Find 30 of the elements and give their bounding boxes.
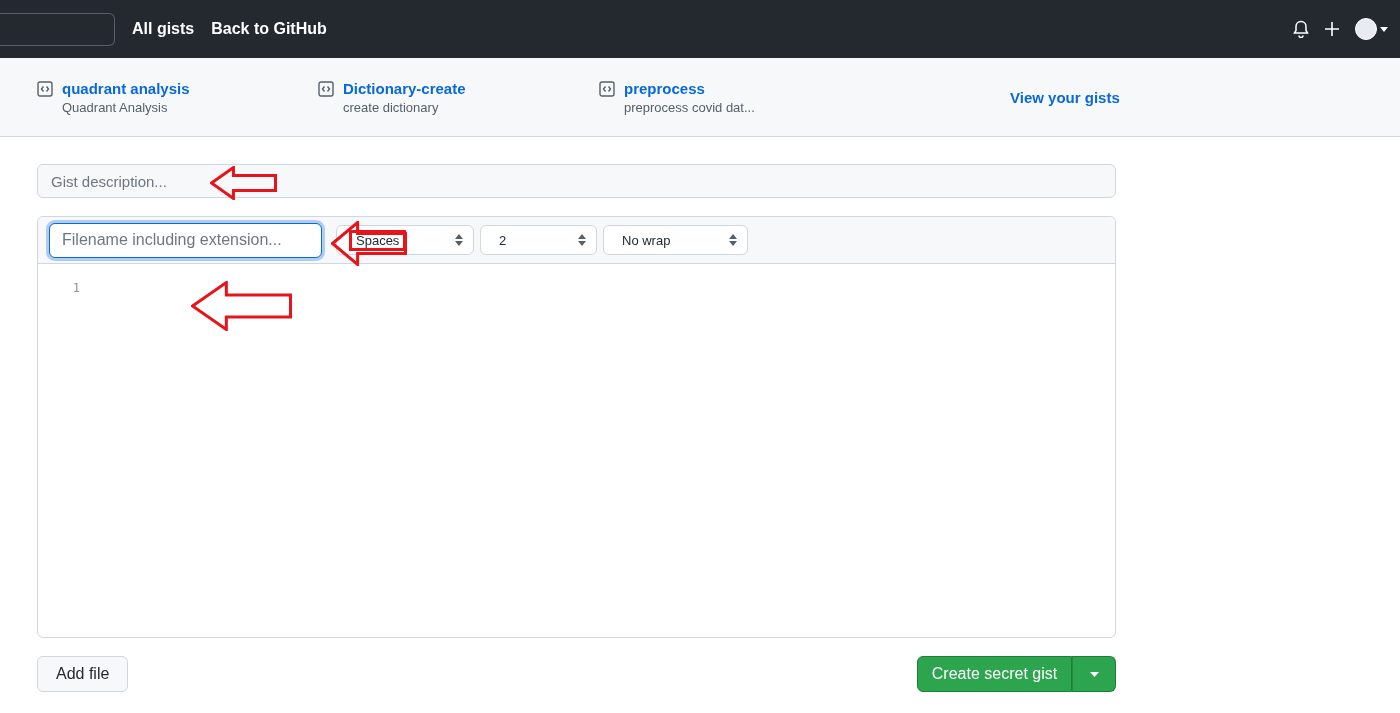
description-field[interactable]: Gist description... bbox=[37, 164, 1116, 198]
gist-description: create dictionary bbox=[343, 99, 440, 115]
code-file-icon bbox=[599, 80, 615, 97]
gist-title-link[interactable]: Dictionary-create bbox=[343, 79, 466, 97]
code-file-icon bbox=[318, 80, 334, 97]
gist-description: preprocess covid dat... bbox=[624, 99, 755, 115]
updown-caret-icon bbox=[578, 234, 586, 246]
select-field[interactable]: Spaces bbox=[336, 225, 474, 255]
updown-caret-icon bbox=[729, 234, 737, 246]
select-field[interactable]: 2 bbox=[480, 225, 597, 255]
nav-link[interactable]: Back to GitHub bbox=[211, 20, 327, 38]
code-file-icon bbox=[37, 80, 53, 97]
annotation-arrow bbox=[210, 166, 277, 200]
caret-icon[interactable] bbox=[1380, 26, 1388, 32]
view-gists-link[interactable]: View your gists bbox=[1010, 88, 1120, 106]
gist-title-link[interactable]: preprocess bbox=[624, 79, 755, 97]
search-field[interactable] bbox=[0, 12, 115, 46]
plus-icon[interactable] bbox=[1325, 22, 1339, 36]
gist-title-link[interactable]: quadrant analysis bbox=[62, 79, 190, 97]
dropdown-button[interactable] bbox=[1072, 656, 1116, 692]
filename-field[interactable]: Filename including extension... bbox=[49, 222, 322, 258]
bell-icon[interactable] bbox=[1293, 20, 1309, 38]
select-field[interactable]: No wrap bbox=[603, 225, 748, 255]
gist-description: Quadrant Analysis bbox=[62, 99, 169, 115]
caret-icon bbox=[1089, 671, 1099, 677]
nav-link[interactable]: All gists bbox=[132, 20, 195, 38]
updown-caret-icon bbox=[455, 234, 463, 246]
avatar[interactable] bbox=[1355, 18, 1377, 40]
line-number: 1 bbox=[71, 281, 80, 297]
add-file-button[interactable]: Add file bbox=[37, 656, 129, 692]
